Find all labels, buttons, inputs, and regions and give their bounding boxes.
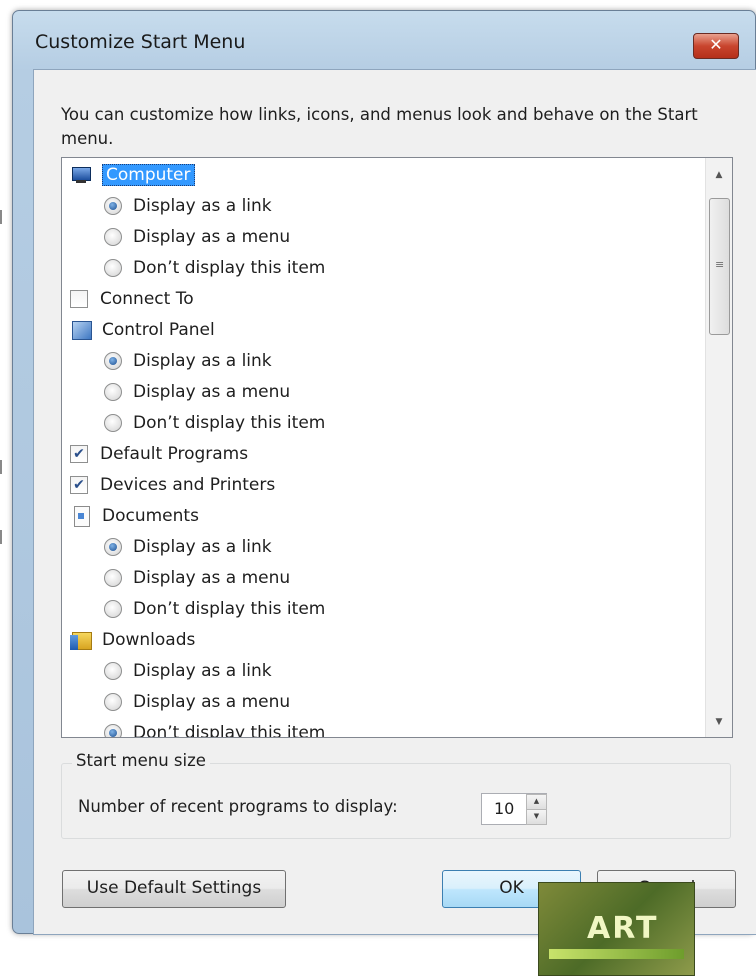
dialog-title: Customize Start Menu: [35, 31, 246, 53]
tree-item-label: Display as a link: [133, 537, 272, 557]
checkbox[interactable]: ✔: [70, 445, 88, 463]
radio-button[interactable]: [104, 600, 122, 618]
radio-option-row[interactable]: Don’t display this item: [104, 594, 325, 624]
watermark-logo: ART: [538, 882, 695, 976]
radio-option-row[interactable]: Display as a link: [104, 191, 272, 221]
radio-button[interactable]: [104, 383, 122, 401]
dialog-client-area: You can customize how links, icons, and …: [33, 69, 756, 935]
tree-item[interactable]: Control Panel: [70, 315, 215, 345]
tree-item-label: Control Panel: [102, 320, 215, 340]
radio-button[interactable]: [104, 693, 122, 711]
tree-item-label: Computer: [102, 164, 195, 186]
radio-button[interactable]: [104, 259, 122, 277]
tree-item-label: Documents: [102, 506, 199, 526]
tree-item-label: Don’t display this item: [133, 258, 326, 278]
documents-icon: [70, 505, 92, 527]
start-menu-size-group: Start menu size Number of recent program…: [61, 751, 731, 839]
tree-item[interactable]: Downloads: [70, 625, 195, 655]
scroll-thumb[interactable]: ≡: [709, 198, 730, 335]
tree-item-label: Display as a link: [133, 661, 272, 681]
background-edge-mark: [0, 210, 10, 224]
tree-item-label: Devices and Printers: [100, 475, 276, 495]
radio-option-row[interactable]: Display as a link: [104, 532, 272, 562]
radio-button[interactable]: [104, 569, 122, 587]
tree-item-label: Display as a link: [133, 196, 272, 216]
start-menu-options-tree[interactable]: Computer Display as a link Display as a me…: [61, 157, 733, 738]
radio-button[interactable]: [104, 197, 122, 215]
tree-item-label: Display as a menu: [133, 692, 291, 712]
tree-item-label: Display as a menu: [133, 382, 291, 402]
radio-option-row[interactable]: Display as a menu: [104, 222, 290, 252]
radio-button[interactable]: [104, 662, 122, 680]
dialog-window: Customize Start Menu ✕ You can customize…: [12, 10, 756, 935]
watermark-stripe: [549, 949, 684, 959]
background-edge-mark: [0, 460, 10, 474]
tree-item-label: Display as a menu: [133, 227, 291, 247]
tree-item-label: Connect To: [100, 289, 194, 309]
tree-item[interactable]: Computer: [70, 160, 195, 190]
grip-icon: ≡: [715, 258, 725, 271]
downloads-icon: [70, 629, 92, 651]
tree-item-label: Downloads: [102, 630, 196, 650]
checkbox[interactable]: ✔: [70, 476, 88, 494]
intro-text: You can customize how links, icons, and …: [61, 105, 698, 148]
scroll-down-button[interactable]: ▼: [706, 711, 732, 733]
background-edge-mark: [0, 530, 10, 544]
recent-programs-label: Number of recent programs to display:: [78, 797, 398, 816]
tree-item-label: Don’t display this item: [133, 599, 326, 619]
tree-item-label: Don’t display this item: [133, 413, 326, 433]
control-panel-icon: [70, 319, 92, 341]
computer-icon: [70, 164, 92, 186]
radio-option-row[interactable]: Display as a menu: [104, 563, 290, 593]
use-default-settings-button[interactable]: Use Default Settings: [62, 870, 286, 908]
checkbox[interactable]: [70, 290, 88, 308]
checkbox-option-row[interactable]: Connect To: [70, 284, 194, 314]
group-title: Start menu size: [72, 751, 210, 770]
radio-option-row[interactable]: Display as a link: [104, 656, 272, 686]
tree-item[interactable]: Documents: [70, 501, 199, 531]
radio-button[interactable]: [104, 538, 122, 556]
radio-option-row[interactable]: Don’t display this item: [104, 408, 325, 438]
radio-option-row[interactable]: Display as a menu: [104, 687, 290, 717]
vertical-scrollbar[interactable]: ▲ ≡ ▼: [705, 158, 732, 737]
radio-option-row[interactable]: Display as a menu: [104, 377, 290, 407]
stepper-down-button[interactable]: ▼: [526, 809, 547, 825]
radio-button[interactable]: [104, 228, 122, 246]
tree-item-label: Default Programs: [100, 444, 249, 464]
checkbox-option-row[interactable]: ✔ Devices and Printers: [70, 470, 275, 500]
watermark-text: ART: [587, 911, 659, 946]
tree-item-label: Display as a menu: [133, 568, 291, 588]
tree-item-label: Display as a link: [133, 351, 272, 371]
tree-item-label: Don’t display this item: [133, 723, 326, 738]
radio-button[interactable]: [104, 414, 122, 432]
radio-option-row[interactable]: Don’t display this item: [104, 718, 326, 738]
recent-programs-stepper[interactable]: 10 ▲ ▼: [481, 793, 547, 825]
radio-option-row[interactable]: Don’t display this item: [104, 253, 325, 283]
stepper-up-button[interactable]: ▲: [526, 794, 547, 810]
scroll-up-button[interactable]: ▲: [706, 164, 732, 186]
radio-option-row[interactable]: Display as a link: [104, 346, 272, 376]
radio-button[interactable]: [104, 724, 122, 737]
recent-programs-value[interactable]: 10: [494, 799, 514, 818]
close-button[interactable]: ✕: [693, 33, 739, 59]
radio-button[interactable]: [104, 352, 122, 370]
checkbox-option-row[interactable]: ✔ Default Programs: [70, 439, 248, 469]
